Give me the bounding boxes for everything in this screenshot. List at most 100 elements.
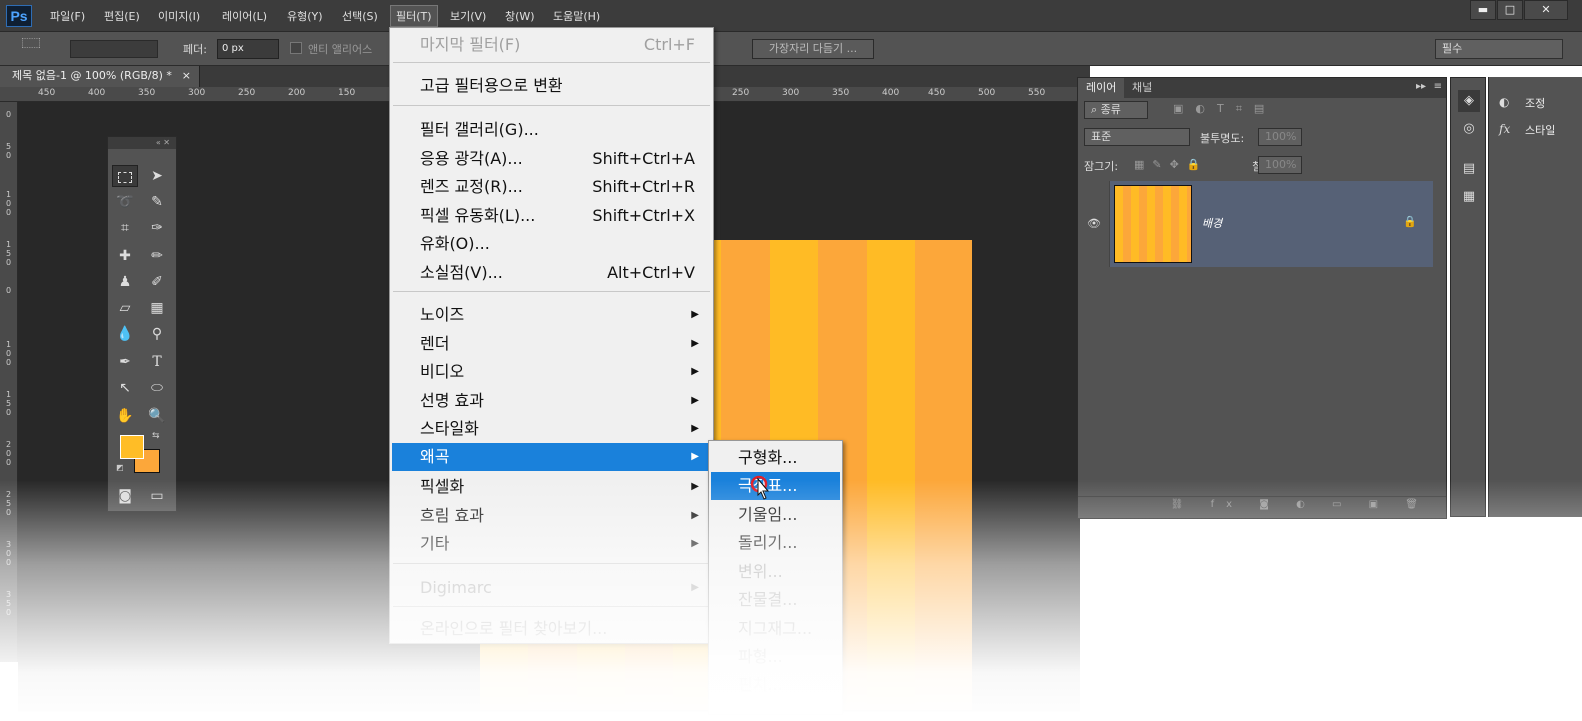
workspace-select[interactable]: 필수	[1435, 39, 1563, 59]
submenu-item-spherize[interactable]: 구형화...	[711, 444, 840, 472]
foreground-color-swatch[interactable]	[120, 435, 144, 459]
menu-type[interactable]: 유형(Y)	[287, 8, 323, 24]
healing-brush-tool-icon[interactable]: ✚	[112, 245, 138, 267]
type-tool-icon[interactable]: T	[144, 351, 170, 373]
menu-image[interactable]: 이미지(I)	[158, 8, 200, 24]
channels-icon[interactable]: ◎	[1458, 118, 1480, 140]
refine-edge-button[interactable]: 가장자리 다듬기 ...	[752, 39, 874, 59]
opacity-input[interactable]: 100%	[1258, 128, 1302, 146]
menu-view[interactable]: 보기(V)	[450, 8, 486, 24]
quick-mask-icon[interactable]: ◙	[112, 485, 138, 507]
dodge-tool-icon[interactable]: ⚲	[144, 323, 170, 345]
menu-filter[interactable]: 필터(T)	[390, 5, 438, 27]
ruler-tick: 1 0 0	[6, 340, 12, 367]
ruler-tick: 2 5 0	[6, 490, 12, 517]
submenu-item-shear[interactable]: 기울임...	[711, 501, 840, 529]
menu-item-video[interactable]: 비디오 ▶	[392, 358, 711, 386]
properties-icon[interactable]: ▤	[1458, 158, 1480, 180]
layer-filter-kind[interactable]: ⌕ 종류	[1084, 101, 1148, 119]
menu-select[interactable]: 선택(S)	[342, 8, 378, 24]
lock-icons[interactable]: ▦✎✥🔒	[1134, 158, 1209, 171]
fill-input[interactable]: 100%	[1258, 156, 1302, 174]
adjustments-icon[interactable]: ◐	[1499, 95, 1509, 109]
minimize-button[interactable]: ▬	[1470, 0, 1496, 20]
path-selection-tool-icon[interactable]: ↖	[112, 377, 138, 399]
menu-item-distort[interactable]: 왜곡 ▶	[392, 443, 711, 471]
menu-item-filter-gallery[interactable]: 필터 갤러리(G)...	[392, 116, 711, 144]
maximize-button[interactable]: □	[1497, 0, 1523, 20]
panel-menu-icon[interactable]: ≡	[1434, 81, 1442, 92]
document-tab[interactable]: 제목 없음-1 @ 100% (RGB/8) * ×	[0, 66, 200, 87]
crop-tool-icon[interactable]: ⌗	[112, 217, 138, 239]
styles-label[interactable]: 스타일	[1525, 122, 1555, 138]
menu-separator	[393, 606, 710, 607]
tab-channels[interactable]: 채널	[1124, 78, 1160, 98]
hand-tool-icon[interactable]: ✋	[112, 405, 138, 427]
marquee-tool-icon[interactable]	[112, 165, 138, 187]
submenu-item-displace: 변위...	[738, 562, 783, 581]
default-colors-icon[interactable]: ◩	[116, 463, 124, 472]
submenu-item-twirl[interactable]: 돌리기...	[711, 529, 840, 557]
menu-item-lens-correction[interactable]: 렌즈 교정(R)... Shift+Ctrl+R	[392, 173, 711, 201]
layer-filter-icons[interactable]: ▣◐T⌗▤	[1173, 102, 1276, 116]
quick-selection-tool-icon[interactable]: ✎	[144, 191, 170, 213]
menu-file[interactable]: 파일(F)	[50, 8, 85, 24]
menu-help[interactable]: 도움말(H)	[553, 8, 600, 24]
menu-item-label: 마지막 필터(F)	[420, 35, 521, 54]
ruler-tick: 400	[88, 88, 106, 98]
menu-item-render[interactable]: 렌더 ▶	[392, 330, 711, 358]
close-button[interactable]: ✕	[1524, 0, 1568, 20]
antialias-checkbox[interactable]	[290, 42, 302, 54]
feather-input[interactable]: 0 px	[217, 39, 279, 59]
gradient-tool-icon[interactable]: ▦	[144, 297, 170, 319]
menu-item-label: 흐림 효과	[420, 506, 484, 525]
menu-item-blur[interactable]: 흐림 효과 ▶	[392, 502, 711, 530]
move-tool-icon[interactable]: ➤	[144, 165, 170, 187]
blend-mode-select[interactable]: 표준	[1084, 128, 1190, 146]
info-icon[interactable]: ▦	[1458, 186, 1480, 208]
menu-item-label: 비디오	[420, 362, 465, 381]
swap-colors-icon[interactable]: ⇆	[152, 431, 160, 441]
blur-tool-icon[interactable]: 💧	[112, 323, 138, 345]
menu-item-stylize[interactable]: 스타일화 ▶	[392, 415, 711, 443]
menu-window[interactable]: 창(W)	[505, 8, 535, 24]
pen-tool-icon[interactable]: ✒	[112, 351, 138, 373]
menu-item-adaptive-wide-angle[interactable]: 응용 광각(A)... Shift+Ctrl+A	[392, 145, 711, 173]
menu-item-other[interactable]: 기타 ▶	[392, 530, 711, 558]
zoom-tool-icon[interactable]: 🔍	[144, 405, 170, 427]
menu-item-pixelate[interactable]: 픽셀화 ▶	[392, 473, 711, 501]
tab-layers[interactable]: 레이어	[1078, 78, 1125, 98]
screen-mode-icon[interactable]: ▭	[144, 485, 170, 507]
styles-icon[interactable]: fx	[1499, 122, 1510, 136]
clone-stamp-tool-icon[interactable]: ♟	[112, 271, 138, 293]
eyedropper-tool-icon[interactable]: ✑	[144, 217, 170, 239]
vertical-ruler: 0 5 0 1 0 0 1 5 0 0 5 0 1 0 0 1 5 0 2 0 …	[0, 102, 18, 662]
menu-item-smart-filters[interactable]: 고급 필터용으로 변환	[392, 72, 711, 100]
adjustments-label[interactable]: 조정	[1525, 95, 1545, 111]
layer-action-icons[interactable]: ⛓ fx ◙ ◐ ▭ ▣ 🗑	[1171, 499, 1430, 510]
history-brush-tool-icon[interactable]: ✐	[144, 271, 170, 293]
menu-item-sharpen[interactable]: 선명 효과 ▶	[392, 387, 711, 415]
menu-item-liquify[interactable]: 픽셀 유동화(L)... Shift+Ctrl+X	[392, 202, 711, 230]
selection-mode-group[interactable]	[70, 40, 158, 58]
close-tab-icon[interactable]: ×	[182, 66, 191, 86]
eraser-tool-icon[interactable]: ▱	[112, 297, 138, 319]
menu-layer[interactable]: 레이어(L)	[222, 8, 267, 24]
lasso-tool-icon[interactable]: ➰	[112, 191, 138, 213]
menu-item-oil-paint[interactable]: 유화(O)...	[392, 230, 711, 258]
menu-item-noise[interactable]: 노이즈 ▶	[392, 301, 711, 329]
marquee-preset-icon[interactable]	[22, 38, 40, 48]
menu-item-vanishing-point[interactable]: 소실점(V)... Alt+Ctrl+V	[392, 259, 711, 287]
layer-row-background[interactable]: 배경 🔒	[1110, 181, 1433, 267]
tools-panel-header[interactable]: « ✕	[108, 137, 176, 149]
panel-collapse-icon[interactable]: ▸▸	[1416, 81, 1426, 92]
submenu-item-polar-coordinates[interactable]: 극좌표...	[711, 472, 840, 500]
eye-icon[interactable]: 👁	[1087, 217, 1101, 230]
ellipse-tool-icon[interactable]: ⬭	[144, 377, 170, 399]
layers-icon[interactable]: ◈	[1458, 90, 1480, 112]
submenu-item-wave: 파형...	[738, 647, 783, 666]
brush-tool-icon[interactable]: ✏	[144, 245, 170, 267]
submenu-item-zigzag: 지그재그...	[738, 619, 813, 638]
menu-edit[interactable]: 편집(E)	[104, 8, 140, 24]
menu-item-label: 유화(O)...	[420, 234, 490, 253]
